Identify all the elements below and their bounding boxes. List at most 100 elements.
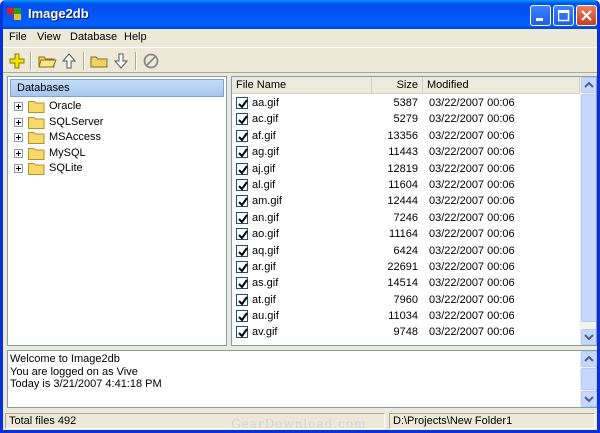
menu-database[interactable]: Database <box>70 31 117 43</box>
file-name: at.gif <box>252 293 276 306</box>
checkmark-icon <box>238 296 248 306</box>
checkbox[interactable] <box>236 277 248 290</box>
file-name: aa.gif <box>252 97 279 109</box>
add-icon[interactable] <box>7 51 27 71</box>
file-list-scrollbar[interactable] <box>580 77 596 345</box>
tree-item-msaccess[interactable]: MSAccess <box>12 130 212 146</box>
table-row[interactable]: at.gif 7960 03/22/2007 00:06 <box>232 292 580 308</box>
table-row[interactable]: aq.gif 6424 03/22/2007 00:06 <box>232 243 580 259</box>
table-row[interactable]: am.gif 12444 03/22/2007 00:06 <box>232 193 580 209</box>
tree-item-sqlite[interactable]: SQLite <box>12 161 212 177</box>
app-icon <box>7 8 21 20</box>
column-header-modified[interactable]: Modified <box>423 77 580 94</box>
file-modified: 03/22/2007 00:06 <box>429 326 515 339</box>
menu-file[interactable]: File <box>9 31 27 43</box>
table-row[interactable]: aj.gif 12819 03/22/2007 00:06 <box>232 161 580 177</box>
expand-icon[interactable] <box>14 164 23 173</box>
file-size: 7246 <box>393 211 418 224</box>
checkmark-icon <box>238 279 248 289</box>
scroll-up-button[interactable] <box>581 351 597 367</box>
file-modified: 03/22/2007 00:06 <box>429 310 515 323</box>
scroll-thumb[interactable] <box>581 94 596 322</box>
checkbox[interactable] <box>236 97 248 109</box>
checkbox[interactable] <box>236 195 248 208</box>
checkbox[interactable] <box>236 146 248 159</box>
table-row[interactable]: af.gif 13356 03/22/2007 00:06 <box>232 128 580 144</box>
chevron-up-icon <box>584 81 594 88</box>
scroll-up-button[interactable] <box>581 77 596 93</box>
checkmark-icon <box>238 197 248 207</box>
cancel-icon[interactable] <box>141 51 161 71</box>
file-name: au.gif <box>252 310 279 323</box>
databases-header[interactable]: Databases <box>10 79 224 97</box>
table-row[interactable]: ar.gif 22691 03/22/2007 00:06 <box>232 259 580 275</box>
up-arrow-icon[interactable] <box>59 51 79 71</box>
file-name: al.gif <box>252 178 276 191</box>
maximize-button[interactable] <box>553 5 574 26</box>
file-modified: 03/22/2007 00:06 <box>429 97 515 109</box>
file-list-header: File Name Size Modified <box>232 77 580 94</box>
file-modified: 03/22/2007 00:06 <box>429 129 515 142</box>
table-row[interactable]: ac.gif 5279 03/22/2007 00:06 <box>232 111 580 127</box>
column-header-size[interactable]: Size <box>372 77 423 94</box>
menu-help[interactable]: Help <box>124 31 147 43</box>
file-name: aq.gif <box>252 244 279 257</box>
file-size: 11443 <box>388 146 418 159</box>
checkbox[interactable] <box>236 260 248 273</box>
open-folder-icon[interactable] <box>37 51 57 71</box>
table-row[interactable]: aa.gif 5387 03/22/2007 00:06 <box>232 95 580 111</box>
table-row[interactable]: au.gif 11034 03/22/2007 00:06 <box>232 308 580 324</box>
title-bar[interactable]: Image2db <box>3 0 597 29</box>
log-line: Today is 3/21/2007 4:41:18 PM <box>10 378 162 390</box>
file-modified: 03/22/2007 00:06 <box>429 178 515 191</box>
checkbox[interactable] <box>236 178 248 191</box>
folder-icon[interactable] <box>89 51 109 71</box>
scroll-down-button[interactable] <box>581 329 596 345</box>
checkbox[interactable] <box>236 310 248 323</box>
table-row[interactable]: al.gif 11604 03/22/2007 00:06 <box>232 177 580 193</box>
file-modified: 03/22/2007 00:06 <box>429 211 515 224</box>
checkbox[interactable] <box>236 211 248 224</box>
expand-icon[interactable] <box>14 148 23 158</box>
tree-item-label: SQLite <box>49 162 83 174</box>
expand-icon[interactable] <box>14 133 23 142</box>
file-size: 5279 <box>393 113 418 126</box>
table-row[interactable]: av.gif 9748 03/22/2007 00:06 <box>232 324 580 340</box>
file-modified: 03/22/2007 00:06 <box>429 113 515 126</box>
file-modified: 03/22/2007 00:06 <box>429 293 515 306</box>
checkbox[interactable] <box>236 293 248 306</box>
checkbox[interactable] <box>236 244 248 257</box>
checkbox[interactable] <box>236 228 248 241</box>
tree-item-label: SQLServer <box>49 115 104 128</box>
file-modified: 03/22/2007 00:06 <box>429 146 515 159</box>
table-row[interactable]: ag.gif 11443 03/22/2007 00:06 <box>232 144 580 160</box>
tree-item-oracle[interactable]: Oracle <box>12 99 212 115</box>
table-row[interactable]: an.gif 7246 03/22/2007 00:06 <box>232 210 580 226</box>
checkbox[interactable] <box>236 113 248 126</box>
table-row[interactable]: as.gif 14514 03/22/2007 00:06 <box>232 275 580 291</box>
file-modified: 03/22/2007 00:06 <box>429 228 515 241</box>
checkbox[interactable] <box>236 129 248 142</box>
checkbox[interactable] <box>236 326 248 339</box>
toolbar-separator <box>83 52 85 70</box>
checkbox[interactable] <box>236 162 248 175</box>
file-size: 9748 <box>393 326 418 339</box>
minimize-button[interactable] <box>530 5 551 26</box>
file-size: 12444 <box>387 195 418 208</box>
database-tree: Oracle SQLServer MSAccess MySQL SQLite <box>12 99 212 177</box>
log-scrollbar[interactable] <box>580 351 597 407</box>
expand-icon[interactable] <box>14 102 23 111</box>
tree-item-sqlserver[interactable]: SQLServer <box>12 115 212 131</box>
down-arrow-icon[interactable] <box>111 51 131 71</box>
checkmark-icon <box>238 99 248 109</box>
column-header-file-name[interactable]: File Name <box>232 77 372 94</box>
close-button[interactable] <box>576 5 597 26</box>
file-name: ar.gif <box>252 260 276 273</box>
scroll-thumb[interactable] <box>581 368 597 390</box>
expand-icon[interactable] <box>14 117 23 127</box>
menu-view[interactable]: View <box>37 31 61 43</box>
scroll-down-button[interactable] <box>581 391 597 407</box>
tree-item-mysql[interactable]: MySQL <box>12 146 212 162</box>
tree-item-label: MSAccess <box>49 131 101 143</box>
table-row[interactable]: ao.gif 11164 03/22/2007 00:06 <box>232 226 580 242</box>
